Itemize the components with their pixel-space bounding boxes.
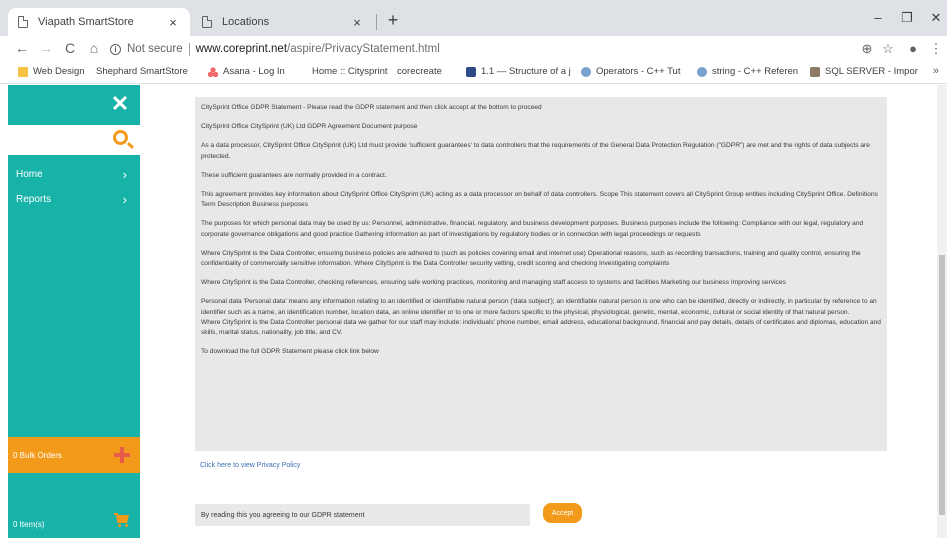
menu-icon[interactable]: ⋮ xyxy=(928,41,944,57)
bookmark-label: Operators - C++ Tut xyxy=(596,66,681,77)
cart-items-label: 0 Item(s) xyxy=(13,520,45,529)
page-content: ✕ Home › Reports › 0 Bulk Orders 0 Item(… xyxy=(0,85,947,538)
bookmark-label: Asana - Log In xyxy=(223,66,285,77)
gdpr-paragraph: Where CitySprint is the Data Controller,… xyxy=(201,249,861,268)
sidebar-item-label: Home xyxy=(16,168,43,180)
bulk-orders-bar[interactable]: 0 Bulk Orders xyxy=(8,437,140,473)
tab-separator xyxy=(376,14,377,30)
sidebar-item-label: Reports xyxy=(16,193,52,205)
gdpr-paragraph: The purposes for which personal data may… xyxy=(201,220,864,238)
asana-icon xyxy=(208,66,218,77)
url-host: www.coreprint.net xyxy=(195,43,288,55)
bookmark-operators-cpp[interactable]: Operators - C++ Tut xyxy=(581,66,680,77)
bookmark-label: 1.1 — Structure of a j xyxy=(481,66,571,77)
plus-icon[interactable] xyxy=(114,447,130,463)
tab-title: Locations xyxy=(222,16,270,28)
sql-icon xyxy=(810,66,820,77)
bookmark-asana[interactable]: Asana - Log In xyxy=(208,66,285,77)
accept-button[interactable]: Accept xyxy=(543,503,582,523)
address-bar[interactable]: i Not secure www.coreprint.net /aspire/P… xyxy=(110,39,900,59)
sidebar-item-home[interactable]: Home › xyxy=(8,163,140,185)
info-icon[interactable]: i xyxy=(110,43,121,55)
bookmark-label: Shephard SmartStore xyxy=(96,66,188,77)
search-icon[interactable] xyxy=(113,130,128,145)
tab-viapath-smartstore[interactable]: Viapath SmartStore × xyxy=(8,8,190,36)
tab-close-icon[interactable]: × xyxy=(350,15,364,30)
gdpr-paragraph: Where CitySprint is the Data Controller,… xyxy=(201,279,786,287)
page-icon xyxy=(18,16,28,28)
url-path: /aspire/PrivacyStatement.html xyxy=(287,43,440,55)
chevron-right-icon: › xyxy=(122,166,127,182)
site-icon xyxy=(466,66,476,77)
bookmark-web-design[interactable]: Web Design xyxy=(18,66,85,77)
security-label: Not secure xyxy=(127,43,183,55)
tab-title: Viapath SmartStore xyxy=(38,16,134,28)
gdpr-statement-panel: CitySprint Office GDPR Statement - Pleas… xyxy=(195,97,887,451)
reload-icon[interactable]: C xyxy=(62,40,78,56)
tab-locations[interactable]: Locations × xyxy=(192,8,374,36)
bookmarks-overflow-icon[interactable]: » xyxy=(933,65,939,77)
address-separator xyxy=(188,42,190,56)
forward-icon[interactable]: → xyxy=(38,40,54,56)
bookmark-structure[interactable]: 1.1 — Structure of a j xyxy=(466,66,571,77)
gdpr-paragraph: These sufficient guarantees are normally… xyxy=(201,171,387,179)
home-icon[interactable]: ⌂ xyxy=(86,40,102,56)
browser-window: Viapath SmartStore × Locations × + – ❐ ✕… xyxy=(0,0,947,538)
gdpr-paragraph: To download the full GDPR Statement plea… xyxy=(201,348,379,356)
browser-toolbar: ← → C ⌂ i Not secure www.coreprint.net /… xyxy=(0,36,947,62)
bookmark-label: corecreate xyxy=(397,66,442,77)
close-icon[interactable]: ✕ xyxy=(109,91,131,117)
chevron-right-icon: › xyxy=(122,191,127,207)
bookmark-string-cpp[interactable]: string - C++ Referen xyxy=(697,66,798,77)
bookmark-label: Home :: Citysprint xyxy=(312,66,388,77)
scrollbar-thumb[interactable] xyxy=(939,255,945,515)
cpp-icon xyxy=(581,66,591,77)
gdpr-paragraph: Personal data 'Personal data' means any … xyxy=(201,298,877,316)
gdpr-paragraph: Where CitySprint is the Data Controller … xyxy=(201,318,881,337)
bulk-orders-label: 0 Bulk Orders xyxy=(13,450,62,460)
gdpr-paragraph: CitySprint Office GDPR Statement - Pleas… xyxy=(201,104,542,111)
bookmark-label: Web Design xyxy=(33,66,85,77)
gdpr-paragraph: CitySprint Office CitySprint (UK) Ltd GD… xyxy=(201,123,418,131)
bookmark-sql-server[interactable]: SQL SERVER - Impor xyxy=(810,66,918,77)
back-icon[interactable]: ← xyxy=(14,40,30,56)
minimize-button[interactable]: – xyxy=(868,10,888,25)
sidebar-search[interactable] xyxy=(8,125,140,155)
profile-icon[interactable]: ● xyxy=(905,41,921,56)
scrollbar[interactable] xyxy=(937,85,947,538)
bookmark-home-citysprint[interactable]: Home :: Citysprint xyxy=(312,66,388,77)
sidebar-item-reports[interactable]: Reports › xyxy=(8,188,140,210)
folder-icon xyxy=(18,66,28,77)
sidebar: ✕ Home › Reports › 0 Bulk Orders 0 Item(… xyxy=(8,85,140,538)
tab-strip: Viapath SmartStore × Locations × + – ❐ ✕ xyxy=(0,0,947,36)
bookmarks-bar: Web Design Shephard SmartStore Asana - L… xyxy=(0,62,947,162)
tab-close-icon[interactable]: × xyxy=(166,15,180,30)
cpp-icon xyxy=(697,66,707,77)
bookmark-corecreate[interactable]: corecreate xyxy=(397,66,442,162)
gdpr-paragraph: As a data processor, CitySprint Office C… xyxy=(201,142,870,160)
agreement-notice: By reading this you agreeing to our GDPR… xyxy=(195,504,530,526)
window-close-button[interactable]: ✕ xyxy=(926,10,946,26)
gdpr-paragraph: This agreement provides key information … xyxy=(201,191,878,209)
privacy-policy-link[interactable]: Click here to view Privacy Policy xyxy=(200,462,300,469)
bookmark-shephard-smartstore[interactable]: Shephard SmartStore xyxy=(96,66,188,162)
bookmark-star-icon[interactable]: ☆ xyxy=(880,41,896,57)
new-tab-button[interactable]: + xyxy=(384,10,402,31)
maximize-button[interactable]: ❐ xyxy=(897,10,917,26)
page-icon xyxy=(202,16,212,28)
bookmark-label: string - C++ Referen xyxy=(712,66,799,77)
zoom-icon[interactable]: ⊕ xyxy=(859,41,875,57)
bookmark-label: SQL SERVER - Impor xyxy=(825,66,918,77)
cart-icon[interactable] xyxy=(114,513,130,527)
